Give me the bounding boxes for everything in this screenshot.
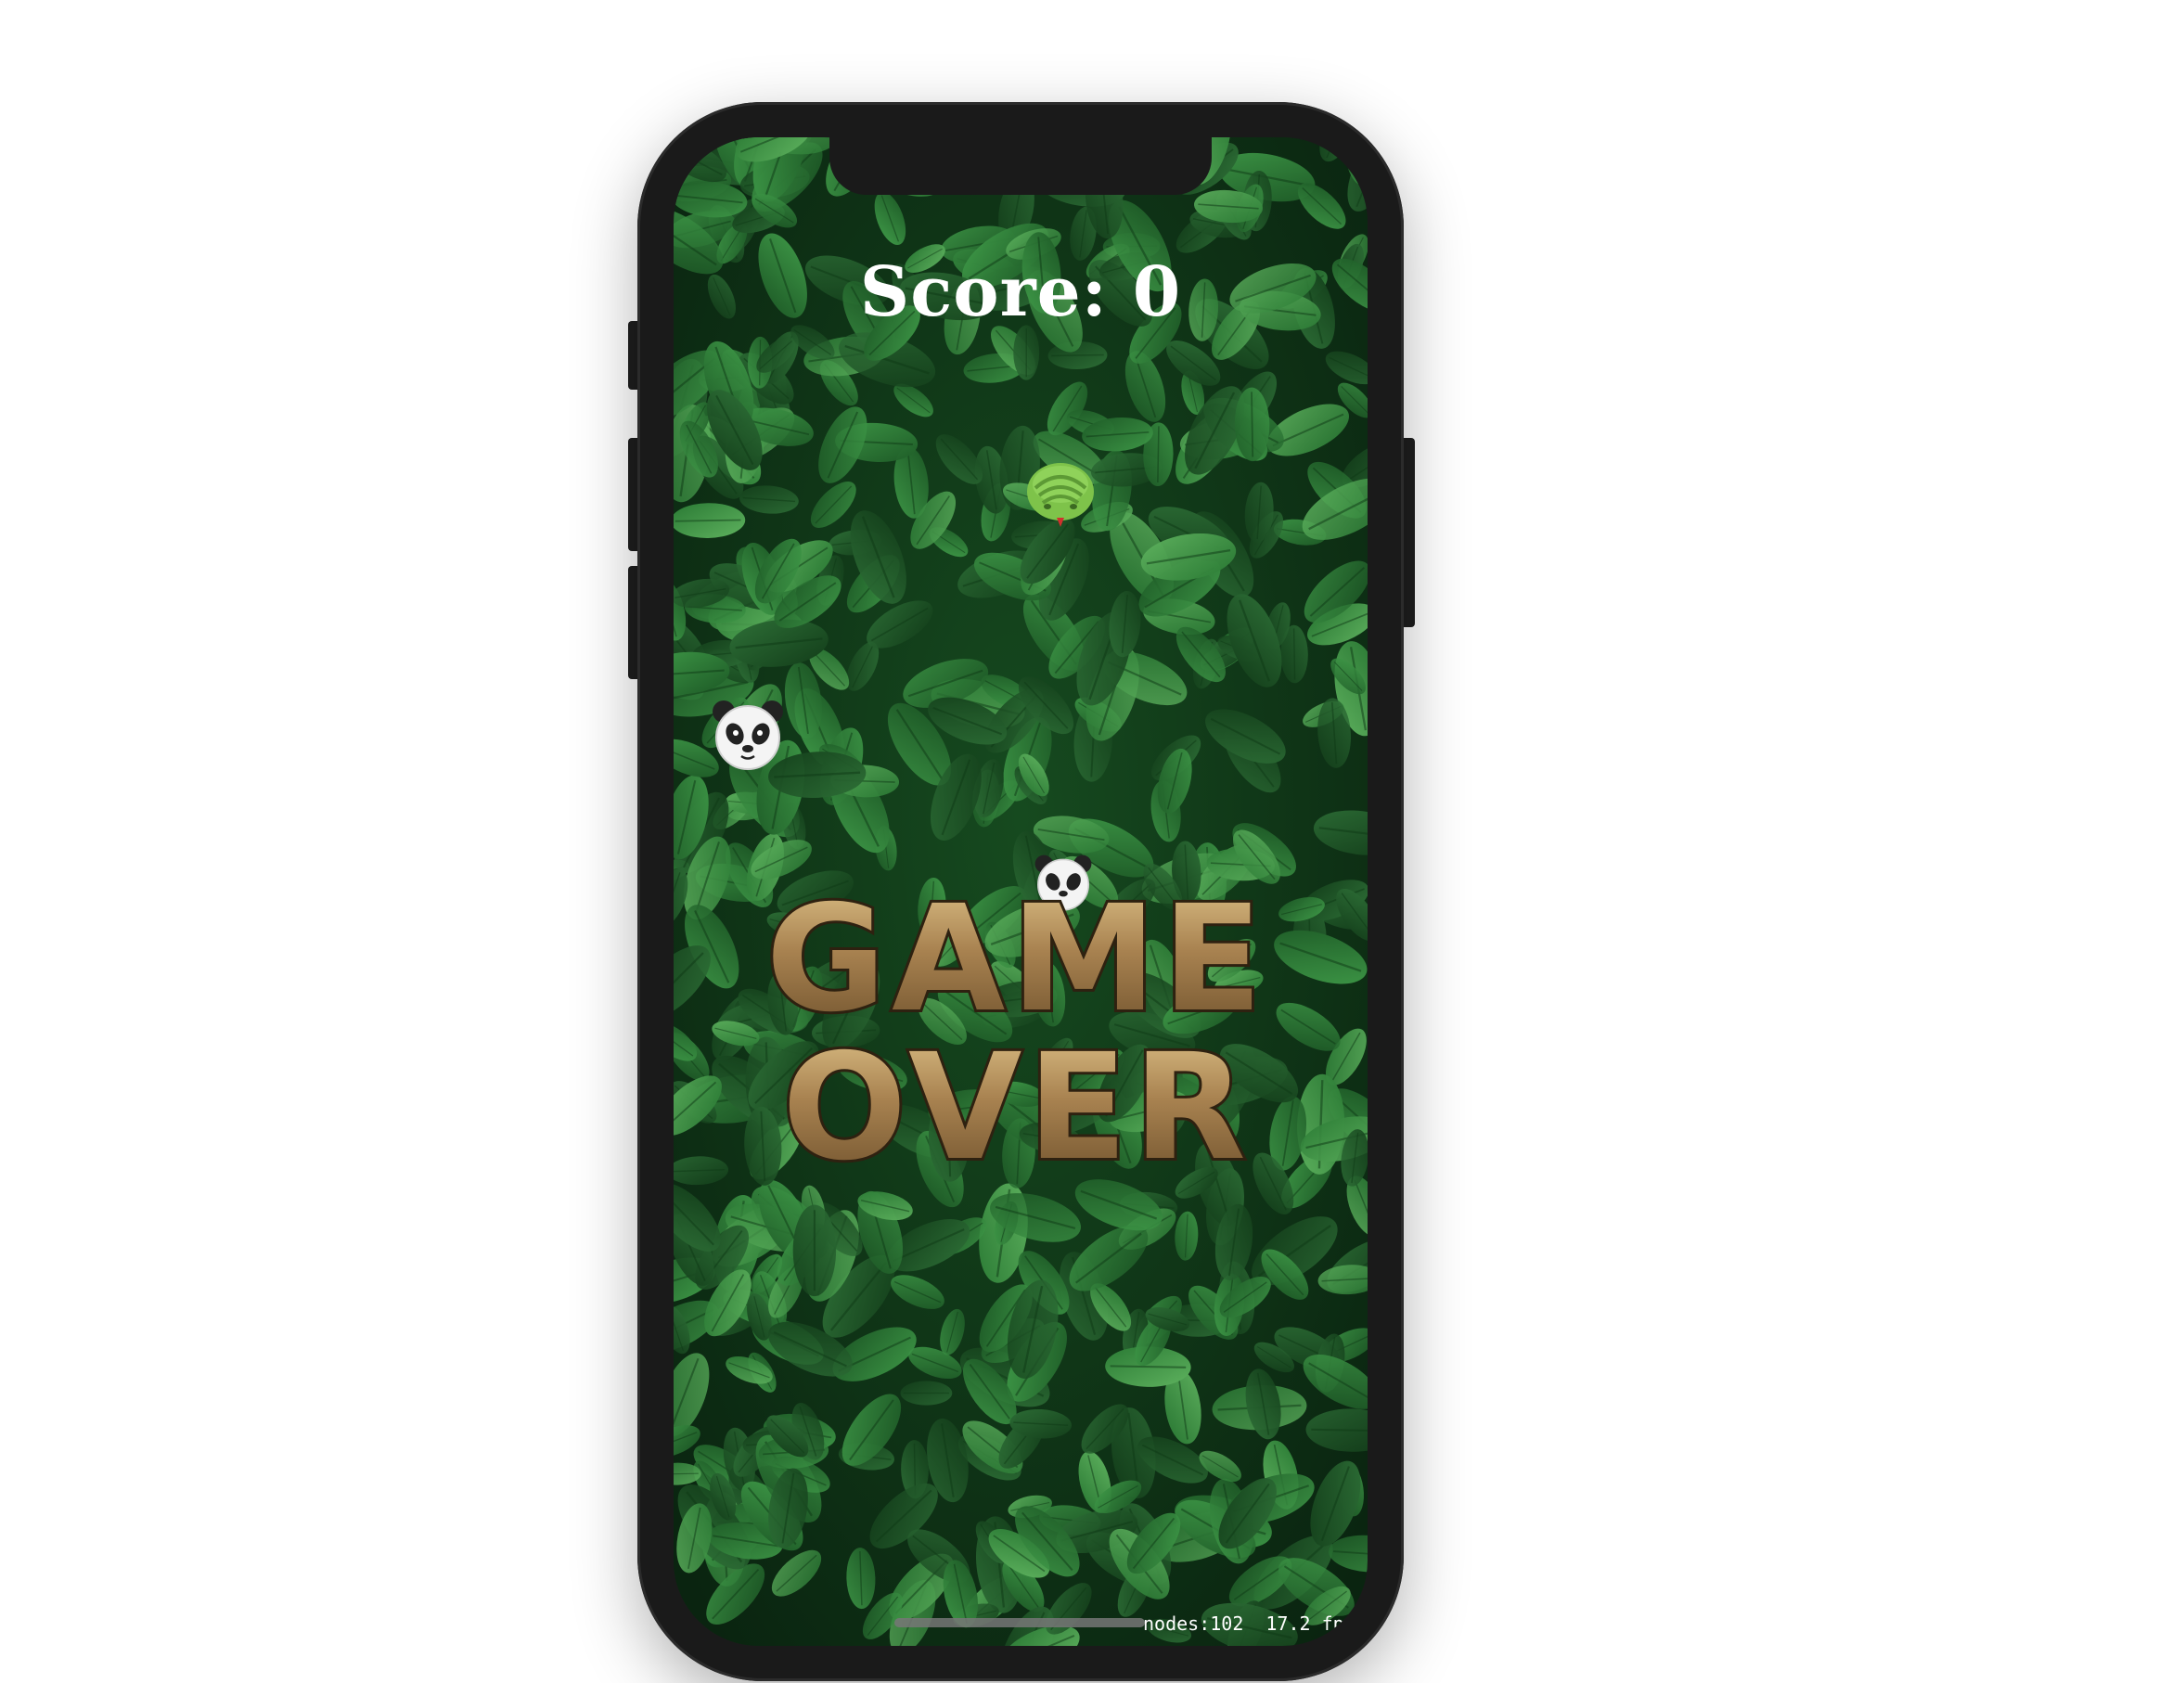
game-over-line-2: OVER bbox=[782, 1022, 1252, 1186]
game-over-line-1: GAME bbox=[765, 880, 1267, 1045]
debug-stats: nodes:102 17.2 fps bbox=[1143, 1611, 1368, 1637]
home-indicator[interactable] bbox=[894, 1618, 1145, 1627]
game-over-banner: GAME OVER bbox=[720, 871, 1314, 1196]
fps-counter: 17.2 fps bbox=[1265, 1612, 1355, 1635]
device-notch bbox=[829, 137, 1212, 195]
game-screen[interactable]: Score: 0 GAME OVER nodes:102 17.2 fps bbox=[674, 137, 1368, 1646]
simulator-canvas: Score: 0 GAME OVER nodes:102 17.2 fps bbox=[0, 0, 2184, 1683]
panda-icon bbox=[711, 699, 785, 777]
node-count: nodes:102 bbox=[1143, 1612, 1244, 1635]
snake-icon bbox=[1024, 460, 1097, 533]
score-label: Score: 0 bbox=[859, 252, 1182, 332]
